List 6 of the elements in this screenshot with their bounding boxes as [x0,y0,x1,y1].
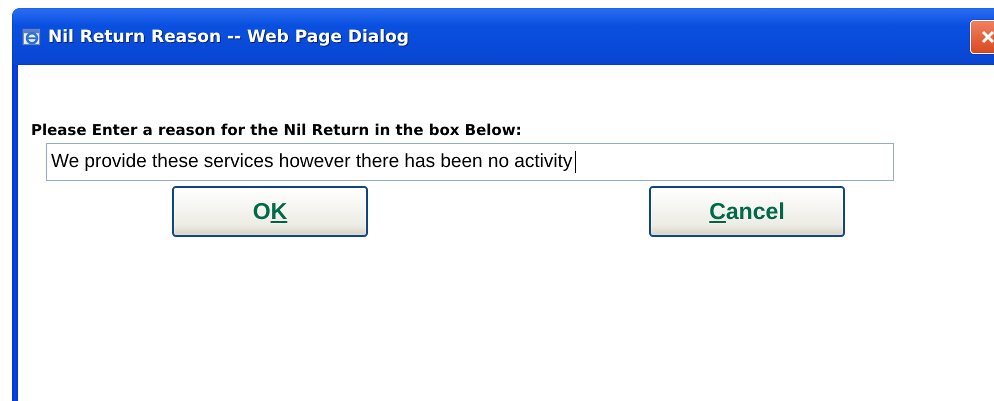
window-title: Nil Return Reason -- Web Page Dialog [48,26,409,46]
browser-icon [22,26,42,46]
prompt-text: Please Enter a reason for the Nil Return in the box Below: [31,121,523,139]
reason-field[interactable]: We provide these services however there has been no activity [46,143,894,181]
dialog-button[interactable]: OK [172,186,368,237]
dialog-button[interactable]: Cancel [649,186,845,237]
